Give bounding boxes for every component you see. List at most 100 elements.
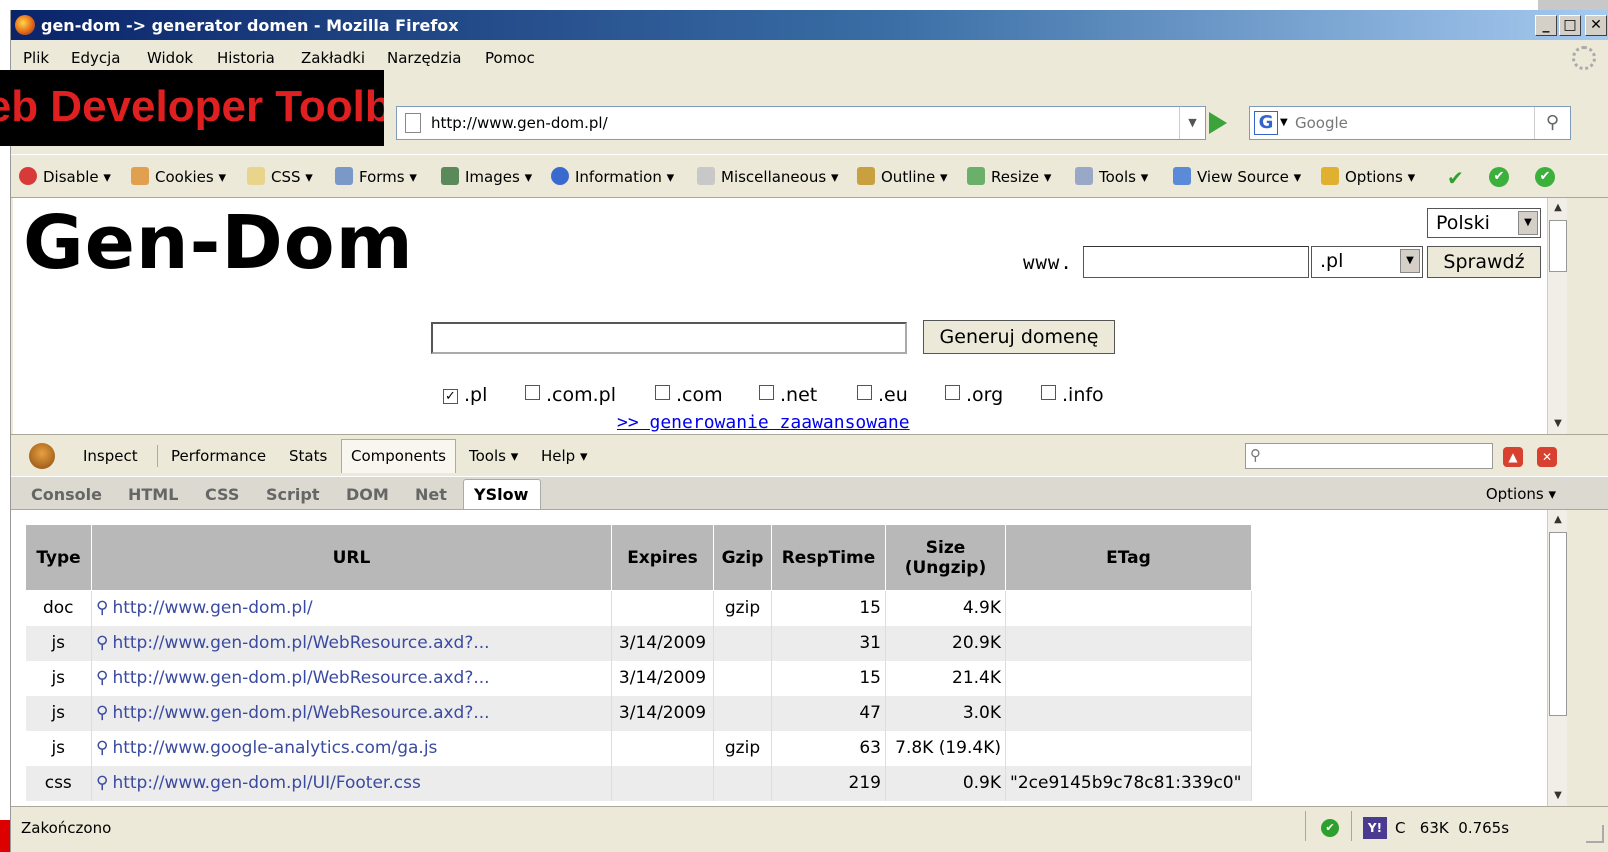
search-bar[interactable]: G ▼ Google ⚲ [1249, 106, 1571, 140]
checkbox[interactable] [1041, 385, 1056, 400]
tab-html[interactable]: HTML [128, 485, 178, 504]
tld-option-net[interactable]: .net [759, 384, 817, 406]
scroll-down-icon[interactable]: ▼ [1548, 414, 1568, 434]
google-icon[interactable]: G [1254, 111, 1278, 135]
wd-information[interactable]: Information ▾ [551, 167, 674, 186]
go-arrow-icon[interactable] [1209, 112, 1227, 134]
title-bar[interactable]: gen-dom -> generator domen - Mozilla Fir… [11, 10, 1608, 40]
advanced-generation-link[interactable]: >> generowanie zaawansowane [617, 412, 910, 433]
page-scrollbar[interactable]: ▲ ▼ [1547, 198, 1567, 434]
components-button[interactable]: Components [351, 447, 446, 465]
menu-historia[interactable]: Historia [217, 49, 275, 67]
render-mode-check-icon[interactable]: ✔ [1447, 166, 1464, 190]
stats-button[interactable]: Stats [289, 447, 327, 465]
menu-plik[interactable]: Plik [23, 49, 49, 67]
help-menu[interactable]: Help ▾ [541, 447, 588, 465]
engine-dropdown-icon[interactable]: ▼ [1280, 117, 1288, 128]
checkbox[interactable] [525, 385, 540, 400]
col-url[interactable]: URL [91, 524, 612, 591]
cell-url[interactable]: ⚲ http://www.gen-dom.pl/UI/Footer.css [91, 765, 612, 801]
magnifier-icon[interactable]: ⚲ [96, 703, 108, 723]
keyword-input[interactable] [431, 322, 907, 354]
tld-option-com-pl[interactable]: .com.pl [525, 384, 616, 406]
yslow-icon[interactable]: Y! [1363, 817, 1387, 839]
tab-css[interactable]: CSS [205, 485, 239, 504]
magnifier-icon[interactable]: ⚲ [96, 738, 108, 758]
maximize-button[interactable]: □ [1559, 15, 1581, 36]
menu-widok[interactable]: Widok [147, 49, 193, 67]
magnifier-icon[interactable]: ⚲ [96, 773, 108, 793]
yslow-summary[interactable]: C 63K 0.765s [1395, 819, 1509, 837]
tld-option-eu[interactable]: .eu [857, 384, 908, 406]
wd-disable[interactable]: Disable ▾ [19, 167, 111, 186]
wd-images[interactable]: Images ▾ [441, 167, 532, 186]
tab-yslow[interactable]: YSlow [474, 485, 528, 504]
scroll-thumb[interactable] [1549, 220, 1567, 272]
checkbox[interactable] [945, 385, 960, 400]
close-button[interactable]: ✕ [1585, 15, 1607, 36]
wd-miscellaneous[interactable]: Miscellaneous ▾ [697, 167, 838, 186]
collapse-icon[interactable]: ▲ [1503, 447, 1523, 467]
col-type[interactable]: Type [25, 524, 92, 591]
css-valid-icon[interactable]: ✔ [1489, 167, 1509, 187]
generate-button[interactable]: Generuj domenę [923, 320, 1115, 354]
options-menu[interactable]: Options ▾ [1486, 485, 1556, 503]
url-history-dropdown-icon[interactable]: ▼ [1179, 107, 1205, 139]
url-link[interactable]: http://www.google-analytics.com/ga.js [112, 738, 437, 758]
menu-narzedzia[interactable]: Narzędzia [387, 49, 461, 67]
firebug-icon[interactable] [29, 443, 55, 469]
site-logo[interactable]: Gen-Dom [23, 200, 414, 286]
col-resptime[interactable]: RespTime [771, 524, 886, 591]
wd-resize[interactable]: Resize ▾ [967, 167, 1051, 186]
wd-outline[interactable]: Outline ▾ [857, 167, 948, 186]
wd-forms[interactable]: Forms ▾ [335, 167, 417, 186]
tld-select[interactable]: .pl ▼ [1311, 246, 1423, 278]
scroll-thumb[interactable] [1549, 532, 1567, 716]
js-valid-icon[interactable]: ✔ [1535, 167, 1555, 187]
url-link[interactable]: http://www.gen-dom.pl/WebResource.axd?..… [112, 703, 489, 723]
magnifier-icon[interactable]: ⚲ [96, 598, 108, 618]
tab-console[interactable]: Console [31, 485, 102, 504]
resize-grip-icon[interactable] [1586, 825, 1604, 843]
close-icon[interactable]: ✕ [1537, 447, 1557, 467]
panel-scrollbar[interactable]: ▲ ▼ [1547, 510, 1567, 806]
url-text[interactable]: http://www.gen-dom.pl/ [431, 114, 608, 132]
search-input[interactable]: Google [1295, 114, 1348, 132]
url-link[interactable]: http://www.gen-dom.pl/UI/Footer.css [112, 773, 420, 793]
wd-css[interactable]: CSS ▾ [247, 167, 313, 186]
firebug-search-input[interactable]: ⚲ [1245, 443, 1493, 469]
wd-tools[interactable]: Tools ▾ [1075, 167, 1148, 186]
col-gzip[interactable]: Gzip [713, 524, 772, 591]
inspect-button[interactable]: Inspect [83, 447, 138, 465]
checkbox[interactable] [759, 385, 774, 400]
cell-url[interactable]: ⚲ http://www.google-analytics.com/ga.js [91, 730, 612, 766]
menu-edycja[interactable]: Edycja [71, 49, 120, 67]
domain-input[interactable] [1083, 246, 1309, 278]
wd-view-source[interactable]: View Source ▾ [1173, 167, 1301, 186]
magnifier-icon[interactable]: ⚲ [96, 668, 108, 688]
tld-option-org[interactable]: .org [945, 384, 1003, 406]
wd-cookies[interactable]: Cookies ▾ [131, 167, 226, 186]
url-link[interactable]: http://www.gen-dom.pl/WebResource.axd?..… [112, 633, 489, 653]
checkbox[interactable] [655, 385, 670, 400]
tld-option-com[interactable]: .com [655, 384, 723, 406]
url-link[interactable]: http://www.gen-dom.pl/ [112, 598, 312, 618]
tld-option-pl[interactable]: ✓ .pl [443, 384, 487, 406]
tld-option-info[interactable]: .info [1041, 384, 1104, 406]
language-select[interactable]: Polski ▼ [1427, 208, 1541, 238]
wd-options[interactable]: Options ▾ [1321, 167, 1415, 186]
cell-url[interactable]: ⚲ http://www.gen-dom.pl/WebResource.axd?.… [91, 625, 612, 661]
minimize-button[interactable]: _ [1535, 15, 1557, 36]
scroll-up-icon[interactable]: ▲ [1548, 198, 1568, 218]
scroll-down-icon[interactable]: ▼ [1548, 786, 1568, 806]
magnifier-icon[interactable]: ⚲ [96, 633, 108, 653]
url-bar[interactable]: http://www.gen-dom.pl/ ▼ [396, 106, 1206, 140]
url-link[interactable]: http://www.gen-dom.pl/WebResource.axd?..… [112, 668, 489, 688]
col-etag[interactable]: ETag [1005, 524, 1252, 591]
menu-pomoc[interactable]: Pomoc [485, 49, 535, 67]
tab-dom[interactable]: DOM [346, 485, 389, 504]
cell-url[interactable]: ⚲ http://www.gen-dom.pl/WebResource.axd?.… [91, 660, 612, 696]
check-button[interactable]: Sprawdź [1427, 246, 1541, 278]
search-magnifier-icon[interactable]: ⚲ [1534, 107, 1570, 139]
tools-menu[interactable]: Tools ▾ [469, 447, 518, 465]
